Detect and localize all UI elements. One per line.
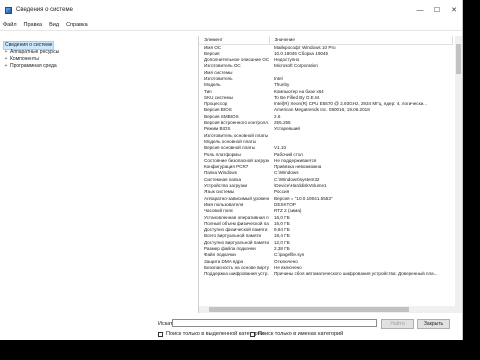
search-selected-category-option[interactable]: Поиск только в выделенной категории [158, 331, 264, 337]
cell-item: Аппаратно-зависимый уровень... [204, 195, 269, 201]
table-row[interactable]: Имя ОС Майкрософт Windows 10 Pro [199, 44, 452, 51]
table-row[interactable]: Поддержка шифрования устр... Причины сбоя… [199, 271, 452, 277]
minimize-button[interactable]: — [412, 4, 428, 16]
search-selected-category-checkbox[interactable] [158, 331, 163, 337]
table-body: Имя ОС Майкрософт Windows 10 Pro Версия 10.… [199, 44, 452, 277]
vertical-scroll-thumb[interactable] [456, 44, 461, 74]
cell-item: Имя ОС [204, 44, 222, 50]
tree-item-hardware-resources[interactable]: + Аппаратные ресурсы [0, 49, 198, 56]
search-category-names-checkbox[interactable] [250, 331, 255, 337]
menu-view[interactable]: Вид [49, 22, 59, 28]
maximize-button[interactable]: ☐ [429, 4, 445, 16]
details-table: Элемент Значение Имя ОС Майкрософт Window… [199, 36, 453, 277]
main-content: Сведения о системе + Аппаратные ресурсы … [0, 36, 462, 313]
find-input[interactable] [172, 319, 377, 327]
cell-item: Установленная оперативная п... [204, 214, 269, 220]
category-tree: Сведения о системе + Аппаратные ресурсы … [0, 36, 199, 313]
menu-help[interactable]: Справка [66, 22, 88, 28]
find-button[interactable]: Найти [381, 319, 414, 329]
cell-item: Поддержка шифрования устр... [204, 271, 269, 277]
column-header-value[interactable]: Значение [269, 36, 453, 45]
title-bar: Сведения о системе — ☐ ✕ [0, 0, 462, 20]
tree-item-label: Аппаратные ресурсы [10, 49, 60, 55]
checkbox-label: Поиск только в именах категорий [258, 331, 344, 337]
tree-item-components[interactable]: + Компоненты [0, 56, 198, 63]
tree-item-software-environment[interactable]: + Программная среда [0, 63, 198, 70]
menu-file[interactable]: Файл [3, 22, 17, 28]
column-header-item[interactable]: Элемент [199, 36, 270, 45]
find-panel: Искать: Найти Закрыть Поиск только в выд… [0, 316, 462, 340]
details-list: Элемент Значение Имя ОС Майкрософт Window… [199, 36, 462, 313]
tree-item-label: Компоненты [10, 56, 39, 62]
system-info-app-icon [5, 6, 12, 14]
close-find-button[interactable]: Закрыть [417, 319, 450, 329]
tree-item-label: Программная среда [10, 63, 57, 69]
window-title: Сведения о системе [16, 7, 73, 13]
horizontal-scroll-thumb[interactable] [209, 307, 409, 312]
tree-item-system-summary[interactable]: Сведения о системе [0, 41, 198, 50]
cell-value: Причины сбоя автоматического шифрования … [274, 271, 438, 277]
horizontal-scrollbar[interactable] [199, 306, 455, 313]
system-information-window: Сведения о системе — ☐ ✕ Файл Правка Вид… [0, 0, 463, 340]
menu-bar: Файл Правка Вид Справка [0, 20, 462, 31]
vertical-scrollbar[interactable] [455, 36, 462, 313]
table-header-row: Элемент Значение [199, 36, 453, 45]
close-button[interactable]: ✕ [446, 4, 462, 16]
cell-value: Майкрософт Windows 10 Pro [274, 44, 336, 50]
cell-item: Всего виртуальной памяти [204, 233, 262, 239]
search-category-names-option[interactable]: Поиск только в именах категорий [250, 331, 343, 337]
menu-edit[interactable]: Правка [24, 22, 43, 28]
